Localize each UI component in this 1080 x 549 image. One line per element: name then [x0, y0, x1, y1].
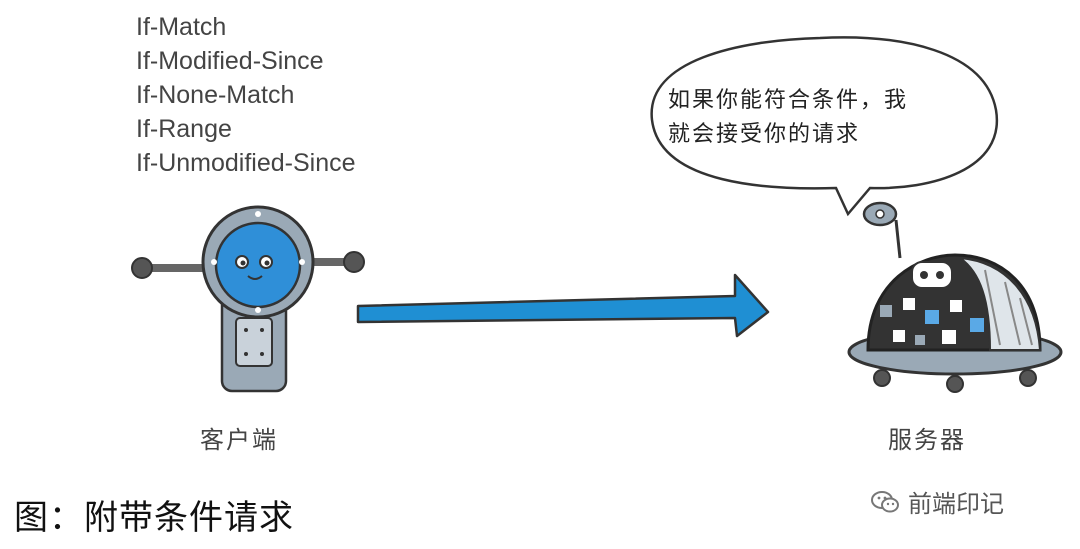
client-robot-icon	[131, 205, 365, 393]
client-label: 客户端	[200, 426, 278, 454]
speech-bubble-text: 如果你能符合条件，我 就会接受你的请求	[668, 84, 968, 152]
watermark-text: 前端印记	[908, 490, 1004, 518]
server-label: 服务器	[888, 426, 966, 454]
speech-line-2: 就会接受你的请求	[668, 122, 861, 147]
watermark: 前端印记	[870, 484, 1004, 519]
figure-caption: 图：附带条件请求	[14, 498, 294, 538]
request-arrow	[356, 273, 770, 338]
wechat-icon	[871, 490, 899, 512]
speech-line-1: 如果你能符合条件，我	[668, 88, 909, 113]
server-robot-icon	[847, 201, 1063, 393]
illustration	[131, 36, 1063, 393]
